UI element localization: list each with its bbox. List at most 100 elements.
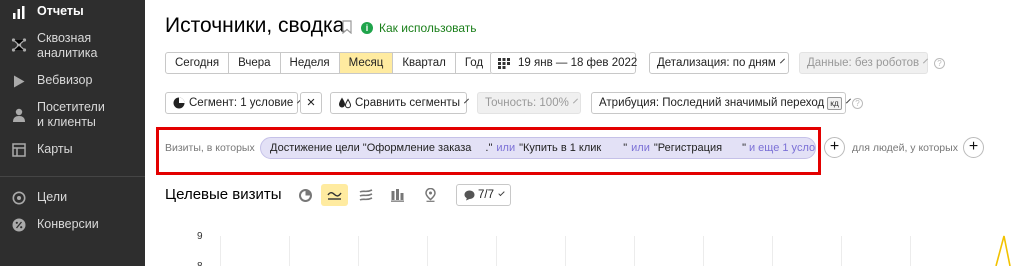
chevron-down-icon [845, 98, 851, 104]
grid-line [358, 236, 359, 266]
attribution-badge: кд [827, 96, 842, 110]
sidebar-item-label: Сквозная аналитика [37, 31, 98, 60]
page-title: Источники, сводка [165, 14, 345, 37]
period-week-button[interactable]: Неделя [281, 53, 340, 73]
target-icon [11, 190, 27, 206]
filter-condition-1-end: ." [485, 142, 493, 154]
series-count-dropdown[interactable]: 7/7 [456, 184, 511, 206]
y-tick-label: 9 [197, 231, 203, 242]
date-range-button[interactable]: 19 янв — 18 фев 2022 [490, 52, 638, 74]
bookmark-icon[interactable] [342, 20, 352, 39]
filter-or: или [496, 142, 516, 154]
compare-segments-label: Сравнить сегменты [355, 97, 460, 109]
grid-line [220, 236, 221, 266]
sidebar-divider [0, 176, 145, 177]
add-condition-button[interactable]: + [824, 137, 845, 158]
grid-line [772, 236, 773, 266]
percent-icon [11, 217, 27, 233]
pie-chart-icon [173, 97, 185, 109]
chevron-down-icon [779, 58, 785, 64]
sidebar-item-webvisor[interactable]: Вебвизор [0, 73, 145, 89]
sidebar-item-reports[interactable]: Отчеты [0, 4, 145, 20]
map-layout-icon [11, 142, 27, 158]
period-quarter-button[interactable]: Квартал [393, 53, 456, 73]
howto-label: Как использовать [379, 21, 477, 35]
grid-line [910, 236, 911, 266]
chevron-down-icon [923, 58, 929, 64]
help-icon[interactable]: ? [852, 98, 863, 109]
add-user-condition-button[interactable]: + [963, 137, 984, 158]
network-icon [11, 37, 27, 53]
filter-prefix: Визиты, в которых [165, 142, 255, 154]
filter-more-conditions[interactable]: и еще 1 условие [749, 142, 815, 154]
detail-dropdown[interactable]: Детализация: по дням [649, 52, 789, 74]
grid-line [496, 236, 497, 266]
chevron-down-icon [498, 189, 505, 197]
segment-dropdown[interactable]: Сегмент: 1 условие [165, 92, 303, 114]
sidebar-item-label: Вебвизор [37, 73, 93, 87]
filter-condition-3-end: " [742, 142, 746, 154]
grid-line [565, 236, 566, 266]
bar-chart-type-icon[interactable] [385, 184, 409, 206]
period-selector: Сегодня Вчера Неделя Месяц Квартал Год [165, 52, 494, 74]
compare-segments-dropdown[interactable]: Сравнить сегменты [330, 92, 469, 114]
chevron-down-icon [572, 98, 578, 104]
accuracy-dropdown: Точность: 100% [477, 92, 581, 114]
series-count-label: 7/7 [478, 189, 494, 201]
grid-line [841, 236, 842, 266]
sidebar-item-crossanalytics[interactable]: Сквозная аналитика [0, 31, 145, 61]
filter-suffix: для людей, у которых [852, 142, 958, 154]
period-today-button[interactable]: Сегодня [166, 53, 230, 73]
segment-clear-button[interactable]: × [300, 92, 322, 114]
bar-chart-icon [11, 4, 27, 20]
line-chart-type-icon[interactable] [321, 184, 348, 206]
pie-chart-type-icon[interactable] [293, 184, 317, 206]
sidebar-item-maps[interactable]: Карты [0, 142, 145, 158]
grid-line [634, 236, 635, 266]
filter-condition-2: "Купить в 1 клик [519, 142, 602, 154]
grid-line [427, 236, 428, 266]
chart-title: Целевые визиты [165, 186, 282, 203]
person-icon [11, 107, 27, 123]
sidebar: Отчеты Сквозная аналитика Вебвизор Посет… [0, 0, 145, 266]
area-chart-type-icon[interactable] [354, 184, 378, 206]
attribution-dropdown[interactable]: Атрибуция: Последний значимый переход кд [591, 92, 851, 114]
period-month-button[interactable]: Месяц [339, 53, 394, 73]
accuracy-label: Точность: 100% [485, 97, 569, 109]
play-icon [11, 73, 27, 89]
period-year-button[interactable]: Год [456, 53, 492, 73]
y-tick-label: 8 [197, 261, 203, 266]
howto-link[interactable]: i Как использовать [361, 21, 477, 35]
sidebar-item-label: Посетители и клиенты [37, 100, 105, 129]
sidebar-item-label: Карты [37, 142, 73, 156]
speech-bubble-icon [464, 190, 475, 201]
sidebar-item-label: Цели [37, 190, 68, 204]
calendar-icon [498, 57, 510, 69]
sidebar-item-visitors[interactable]: Посетители и клиенты [0, 100, 145, 130]
sidebar-item-conversions[interactable]: Конверсии [0, 217, 145, 233]
help-icon[interactable]: ? [934, 58, 945, 69]
data-filter-label: Данные: без роботов [807, 57, 920, 69]
grid-line [703, 236, 704, 266]
sidebar-item-label: Отчеты [37, 4, 84, 18]
filter-condition-2-end: " [623, 142, 628, 154]
segment-label: Сегмент: 1 условие [189, 97, 294, 109]
filter-or: или [631, 142, 650, 154]
sidebar-item-label: Конверсии [37, 217, 99, 231]
goal-filter-chip[interactable]: Достижение цели "Оформление заказа ." ил… [260, 137, 816, 159]
filter-condition-3: "Регистрация [653, 142, 723, 154]
chart-series-line [995, 235, 1011, 266]
sidebar-item-goals[interactable]: Цели [0, 190, 145, 206]
main-content: Источники, сводка i Как использовать Сег… [145, 0, 1024, 266]
attribution-label: Атрибуция: Последний значимый переход [599, 97, 825, 109]
map-pin-icon[interactable] [418, 184, 442, 206]
date-range-label: 19 янв — 18 фев 2022 [518, 57, 638, 69]
data-filter-dropdown: Данные: без роботов [799, 52, 929, 74]
grid-line [289, 236, 290, 266]
period-yesterday-button[interactable]: Вчера [229, 53, 281, 73]
info-icon: i [361, 22, 373, 34]
close-icon: × [306, 94, 316, 111]
detail-label: Детализация: по дням [657, 57, 776, 69]
compare-drops-icon [338, 97, 352, 109]
filter-condition-1: Достижение цели "Оформление заказа [270, 142, 472, 154]
